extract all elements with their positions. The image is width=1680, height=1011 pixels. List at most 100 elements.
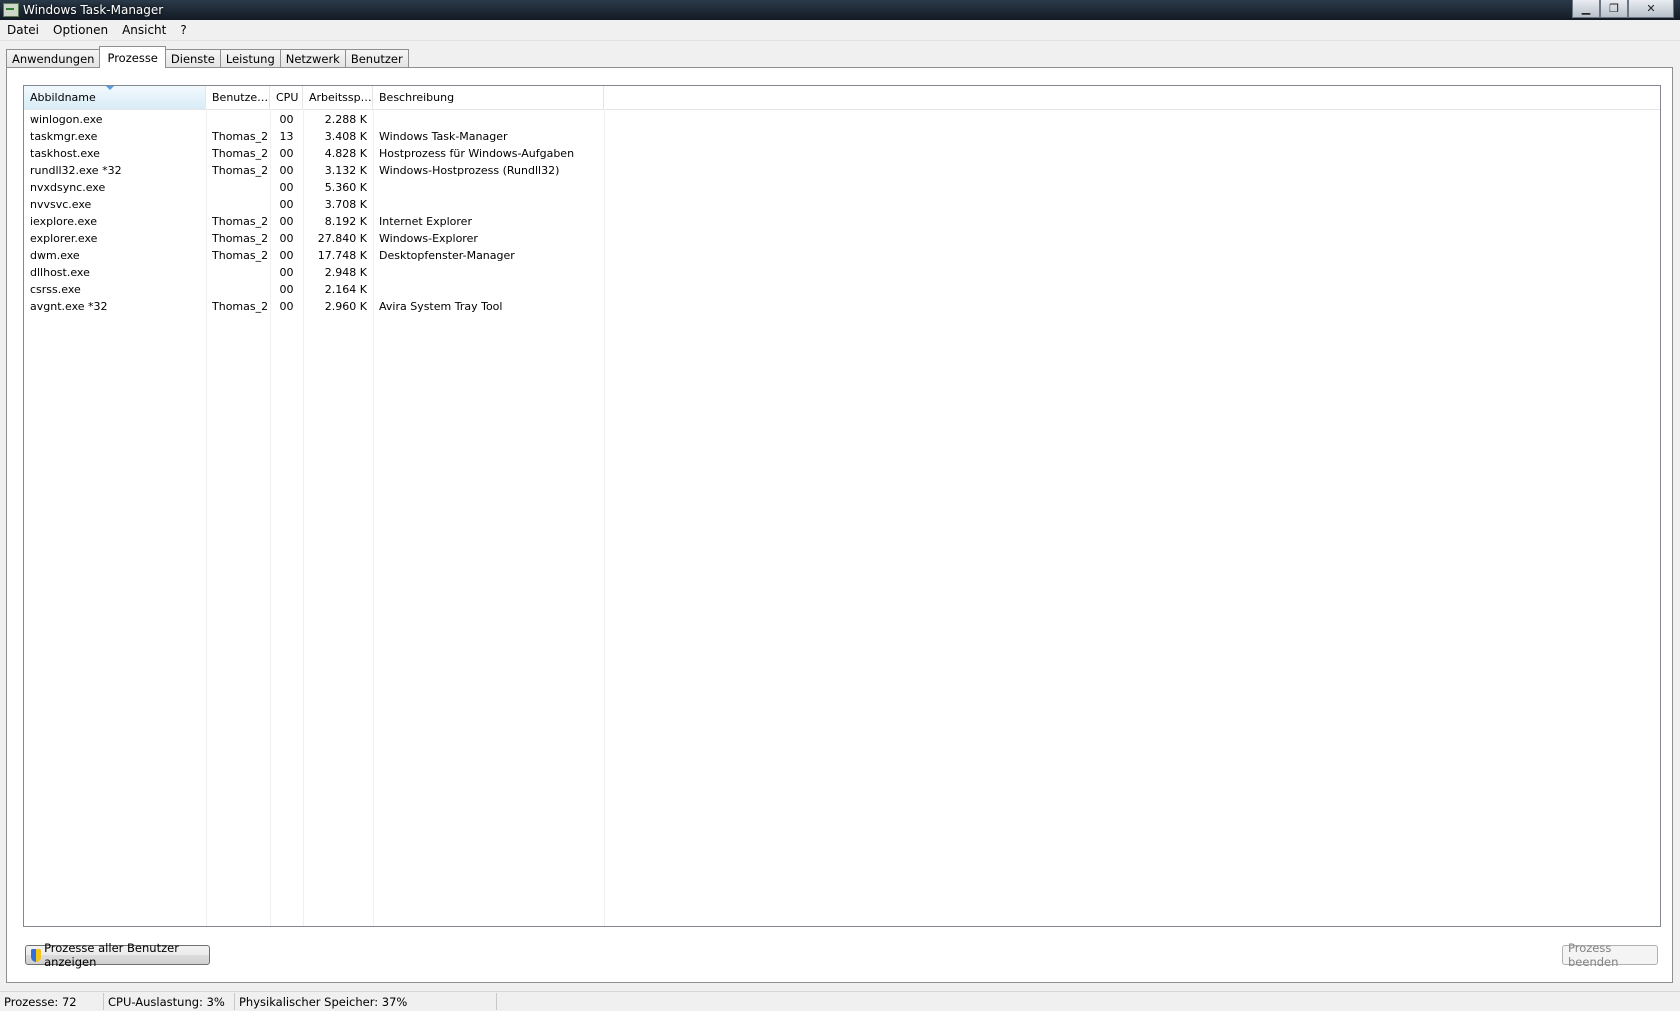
process-name-cell: explorer.exe (30, 232, 98, 245)
tab-netzwerk[interactable]: Netzwerk (279, 49, 346, 68)
process-description-cell: Avira System Tray Tool (379, 300, 503, 313)
process-list[interactable]: Abbildname Benutze… CPU Arbeitssp… Besch… (23, 85, 1661, 927)
table-row[interactable]: nvxdsync.exe 00 5.360 K (24, 179, 1660, 196)
process-memory-cell: 27.840 K (317, 232, 367, 245)
close-button[interactable]: ✕ (1628, 0, 1674, 18)
process-cpu-cell: 00 (279, 232, 294, 245)
process-cpu-cell: 13 (279, 130, 294, 143)
menu-optionen[interactable]: Optionen (46, 23, 115, 37)
process-name-cell: nvxdsync.exe (30, 181, 106, 194)
process-memory-cell: 3.708 K (324, 198, 367, 211)
status-cpu-usage: CPU-Auslastung: 3% (104, 993, 235, 1010)
tab-strip: Anwendungen Prozesse Dienste Leistung Ne… (6, 46, 409, 68)
process-name-cell: iexplore.exe (30, 215, 97, 228)
column-header-memory[interactable]: Arbeitssp… (303, 86, 373, 109)
table-row[interactable]: winlogon.exe 00 2.288 K (24, 111, 1660, 128)
process-cpu-cell: 00 (279, 164, 294, 177)
process-name-cell: dwm.exe (30, 249, 80, 262)
process-memory-cell: 2.948 K (324, 266, 367, 279)
process-name-cell: csrss.exe (30, 283, 81, 296)
menu-help[interactable]: ? (173, 23, 193, 37)
process-user-cell: Thomas_2 (212, 232, 269, 245)
sort-arrow-icon (106, 86, 114, 90)
table-row[interactable]: avgnt.exe *32 Thomas_2 00 2.960 K Avira Syst… (24, 298, 1660, 315)
process-name-cell: taskhost.exe (30, 147, 100, 160)
process-cpu-cell: 00 (279, 300, 294, 313)
process-memory-cell: 4.828 K (324, 147, 367, 160)
process-name-cell: nvvsvc.exe (30, 198, 92, 211)
minimize-button[interactable]: ▁ (1572, 0, 1600, 18)
process-memory-cell: 17.748 K (317, 249, 367, 262)
process-description-cell: Desktopfenster-Manager (379, 249, 515, 262)
process-name-cell: rundll32.exe *32 (30, 164, 122, 177)
status-bar: Prozesse: 72 CPU-Auslastung: 3% Physikal… (0, 991, 1680, 1011)
column-header-description[interactable]: Beschreibung (373, 86, 604, 109)
show-all-users-button[interactable]: Prozesse aller Benutzer anzeigen (25, 941, 210, 969)
column-header-filler (604, 86, 1660, 109)
process-cpu-cell: 00 (279, 215, 294, 228)
table-row[interactable]: dllhost.exe 00 2.948 K (24, 264, 1660, 281)
menu-bar: Datei Optionen Ansicht ? (0, 20, 1680, 41)
process-description-cell: Windows Task-Manager (379, 130, 508, 143)
process-cpu-cell: 00 (279, 147, 294, 160)
title-bar: Windows Task-Manager ▁ ❐ ✕ (0, 0, 1680, 20)
table-row[interactable]: explorer.exe Thomas_2 00 27.840 K Windows-Ex… (24, 230, 1660, 247)
tab-prozesse[interactable]: Prozesse (99, 46, 166, 68)
process-cpu-cell: 00 (279, 113, 294, 126)
process-memory-cell: 8.192 K (324, 215, 367, 228)
process-description-cell: Windows-Hostprozess (Rundll32) (379, 164, 560, 177)
window-title: Windows Task-Manager (23, 3, 164, 17)
tab-benutzer[interactable]: Benutzer (344, 49, 409, 68)
status-filler (497, 993, 1680, 1010)
table-row[interactable]: iexplore.exe Thomas_2 00 8.192 K Internet Ex… (24, 213, 1660, 230)
process-memory-cell: 2.288 K (324, 113, 367, 126)
process-cpu-cell: 00 (279, 249, 294, 262)
process-user-cell: Thomas_2 (212, 215, 269, 228)
table-row[interactable]: rundll32.exe *32 Thomas_2 00 3.132 K Windows… (24, 162, 1660, 179)
processes-panel: Abbildname Benutze… CPU Arbeitssp… Besch… (6, 67, 1673, 983)
table-row[interactable]: taskmgr.exe Thomas_2 13 3.408 K Windows Task… (24, 128, 1660, 145)
process-user-cell: Thomas_2 (212, 147, 269, 160)
maximize-button[interactable]: ❐ (1600, 0, 1628, 18)
tab-anwendungen[interactable]: Anwendungen (6, 49, 101, 68)
process-name-cell: dllhost.exe (30, 266, 90, 279)
process-cpu-cell: 00 (279, 266, 294, 279)
status-physical-memory: Physikalischer Speicher: 37% (235, 993, 497, 1010)
process-memory-cell: 2.960 K (324, 300, 367, 313)
process-user-cell: Thomas_2 (212, 249, 269, 262)
table-row[interactable]: csrss.exe 00 2.164 K (24, 281, 1660, 298)
column-header-user[interactable]: Benutze… (206, 86, 270, 109)
process-name-cell: taskmgr.exe (30, 130, 98, 143)
process-cpu-cell: 00 (279, 283, 294, 296)
menu-datei[interactable]: Datei (0, 23, 46, 37)
task-manager-icon (3, 3, 19, 17)
process-user-cell: Thomas_2 (212, 300, 269, 313)
process-name-cell: winlogon.exe (30, 113, 103, 126)
uac-shield-icon (31, 948, 42, 962)
tab-dienste[interactable]: Dienste (164, 49, 221, 68)
process-user-cell: Thomas_2 (212, 130, 269, 143)
process-description-cell: Hostprozess für Windows-Aufgaben (379, 147, 575, 160)
process-cpu-cell: 00 (279, 181, 294, 194)
process-description-cell: Windows-Explorer (379, 232, 478, 245)
column-header-cpu[interactable]: CPU (270, 86, 303, 109)
process-cpu-cell: 00 (279, 198, 294, 211)
tab-leistung[interactable]: Leistung (219, 49, 281, 68)
list-header: Abbildname Benutze… CPU Arbeitssp… Besch… (24, 86, 1660, 110)
table-row[interactable]: taskhost.exe Thomas_2 00 4.828 K Hostprozess… (24, 145, 1660, 162)
end-process-button[interactable]: Prozess beenden (1562, 941, 1658, 969)
menu-ansicht[interactable]: Ansicht (115, 23, 173, 37)
window-controls: ▁ ❐ ✕ (1572, 0, 1674, 18)
column-header-name[interactable]: Abbildname (24, 86, 206, 109)
process-name-cell: avgnt.exe *32 (30, 300, 108, 313)
status-process-count: Prozesse: 72 (0, 993, 104, 1010)
process-rows: winlogon.exe 00 2.288 K taskmgr.exe Thomas_2… (24, 111, 1660, 315)
process-memory-cell: 3.408 K (324, 130, 367, 143)
process-description-cell: Internet Explorer (379, 215, 472, 228)
process-memory-cell: 2.164 K (324, 283, 367, 296)
process-user-cell: Thomas_2 (212, 164, 269, 177)
table-row[interactable]: dwm.exe Thomas_2 00 17.748 K Desktopfenster-… (24, 247, 1660, 264)
process-memory-cell: 3.132 K (324, 164, 367, 177)
table-row[interactable]: nvvsvc.exe 00 3.708 K (24, 196, 1660, 213)
process-memory-cell: 5.360 K (324, 181, 367, 194)
